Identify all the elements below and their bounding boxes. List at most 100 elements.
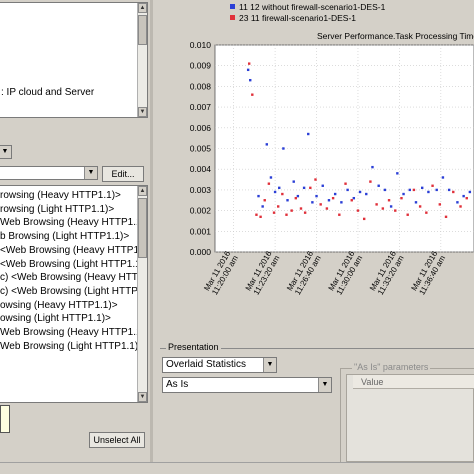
chevron-down-icon[interactable]: ▼ <box>263 358 276 372</box>
y-tick-label: 0.002 <box>190 206 212 216</box>
value-table[interactable]: Value <box>346 374 474 462</box>
y-tick-label: 0.000 <box>190 247 212 257</box>
scroll-thumb[interactable] <box>138 15 147 45</box>
data-point-series-2 <box>314 178 317 181</box>
data-point-series-1 <box>447 188 451 192</box>
data-point-series-2 <box>251 93 254 96</box>
scenario-combo[interactable]: ▼ <box>0 145 12 159</box>
presentation-label: Presentation <box>166 342 221 352</box>
data-point-series-1 <box>377 184 380 187</box>
data-point-series-2 <box>309 186 312 190</box>
scroll-down-button[interactable]: ▼ <box>138 392 147 402</box>
chart-title: Server Performance.Task Processing Time … <box>317 31 474 41</box>
data-point-series-1 <box>456 201 459 204</box>
chevron-down-icon[interactable]: ▼ <box>84 167 97 179</box>
data-point-series-1 <box>340 201 343 204</box>
data-point-series-1 <box>265 143 268 146</box>
data-point-series-2 <box>255 213 258 216</box>
presentation-mode-select[interactable]: Overlaid Statistics ▼ <box>162 357 277 373</box>
y-tick-label: 0.008 <box>190 81 212 91</box>
data-point-series-2 <box>387 199 391 202</box>
data-point-series-1 <box>249 78 252 82</box>
data-point-series-2 <box>319 203 322 206</box>
data-point-series-2 <box>438 203 442 206</box>
data-point-series-1 <box>321 184 324 187</box>
data-point-series-1 <box>292 180 295 183</box>
data-point-series-1 <box>315 194 318 198</box>
data-point-series-1 <box>462 194 465 198</box>
data-point-series-1 <box>421 186 424 190</box>
chevron-down-icon[interactable]: ▼ <box>318 378 331 392</box>
asis-select[interactable]: As Is ▼ <box>162 377 332 393</box>
list-item[interactable]: c) <Web Browsing (Heavy HTTP1.1)> <box>0 271 147 284</box>
list-item[interactable]: owsing (Heavy HTTP1.1)> <box>0 299 118 312</box>
data-point-series-1 <box>396 172 399 175</box>
list-item[interactable]: Web Browsing (Heavy HTTP1.1)> <box>0 326 147 339</box>
data-point-series-1 <box>261 205 264 208</box>
list-item[interactable]: owsing (Light HTTP1.1)> <box>0 312 111 325</box>
data-point-series-1 <box>327 199 331 202</box>
list-item[interactable]: <Web Browsing (Light HTTP1.1)> <box>0 258 147 271</box>
y-tick-label: 0.001 <box>190 226 212 236</box>
y-tick-label: 0.005 <box>190 144 212 154</box>
data-point-series-2 <box>431 184 434 187</box>
list-item[interactable]: Web Browsing (Light HTTP1.1)> <box>0 340 144 353</box>
description-scrollbar[interactable]: ▲ ▼ <box>137 3 147 117</box>
data-point-series-2 <box>247 62 251 65</box>
data-point-series-2 <box>356 209 360 212</box>
data-point-series-1 <box>246 68 250 72</box>
data-point-series-1 <box>402 192 405 196</box>
data-point-series-1 <box>296 194 300 198</box>
asis-params-label: "As Is" parameters <box>352 362 431 372</box>
data-point-series-2 <box>338 213 341 216</box>
data-point-series-1 <box>352 196 356 200</box>
list-scrollbar[interactable]: ▲ ▼ <box>137 186 147 402</box>
legend-label: 11 12 without firewall-scenario1-DES-1 <box>239 2 386 12</box>
asis-value: As Is <box>166 379 189 390</box>
data-point-series-2 <box>418 205 422 208</box>
presentation-mode-value: Overlaid Statistics <box>166 359 247 370</box>
list-item[interactable]: b Browsing (Light HTTP1.1)> <box>0 230 129 243</box>
data-point-series-2 <box>285 213 288 216</box>
data-point-series-2 <box>325 207 329 210</box>
data-point-series-1 <box>435 188 438 192</box>
data-point-series-1 <box>365 192 368 196</box>
y-tick-label: 0.007 <box>190 102 212 112</box>
scroll-thumb[interactable] <box>138 198 147 258</box>
data-point-series-2 <box>375 203 378 206</box>
data-point-series-2 <box>406 213 409 216</box>
data-point-series-2 <box>276 205 280 208</box>
data-point-series-2 <box>272 211 276 214</box>
left-panel: : IP cloud and Server ▲ ▼ ▼ ▼ Edit... ro… <box>0 0 150 474</box>
unselect-all-button[interactable]: Unselect All <box>89 432 145 448</box>
scroll-up-button[interactable]: ▲ <box>138 186 147 196</box>
list-item[interactable]: <Web Browsing (Heavy HTTP1.1)> <box>0 244 147 257</box>
scroll-up-button[interactable]: ▲ <box>138 3 147 13</box>
data-point-series-1 <box>389 205 393 208</box>
list-item[interactable]: rowsing (Heavy HTTP1.1)> <box>0 189 121 202</box>
data-point-series-2 <box>381 207 385 210</box>
tooltip-box <box>0 405 10 433</box>
statistics-list[interactable]: rowsing (Heavy HTTP1.1)> rowsing (Light H… <box>0 185 148 403</box>
data-point-series-2 <box>281 192 284 196</box>
list-item[interactable]: Web Browsing (Heavy HTTP1.1)> <box>0 216 147 229</box>
legend-label: 23 11 firewall-scenario1-DES-1 <box>239 13 356 23</box>
data-point-series-2 <box>299 207 303 210</box>
list-item[interactable]: rowsing (Light HTTP1.1)> <box>0 203 114 216</box>
data-point-series-2 <box>294 196 298 200</box>
chevron-down-icon[interactable]: ▼ <box>0 146 11 158</box>
data-point-series-1 <box>286 199 289 202</box>
description-text: : IP cloud and Server <box>1 87 95 98</box>
edit-button[interactable]: Edit... <box>102 166 144 182</box>
statistic-combo[interactable]: ▼ <box>0 166 98 180</box>
y-tick-label: 0.003 <box>190 185 212 195</box>
data-point-series-1 <box>383 188 387 192</box>
legend-swatch <box>230 4 235 9</box>
data-point-series-1 <box>307 132 310 136</box>
data-point-series-2 <box>303 211 307 214</box>
scroll-down-button[interactable]: ▼ <box>138 107 147 117</box>
data-point-series-2 <box>425 211 428 214</box>
list-item[interactable]: c) <Web Browsing (Light HTTP1.1)> <box>0 285 147 298</box>
data-point-series-1 <box>346 188 349 192</box>
data-point-series-2 <box>412 188 416 192</box>
